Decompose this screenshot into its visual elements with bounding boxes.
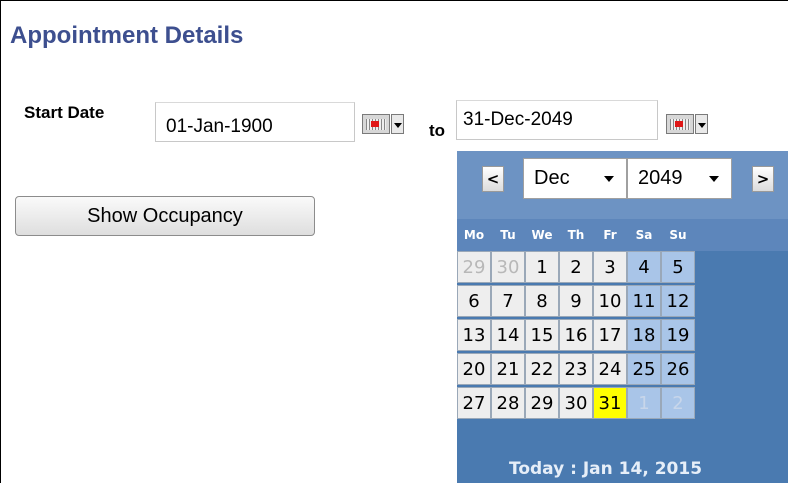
calendar-day[interactable]: 25	[627, 353, 661, 385]
page-title: Appointment Details	[10, 22, 244, 49]
calendar-day[interactable]: 19	[661, 319, 695, 351]
today-link[interactable]: Today : Jan 14, 2015	[457, 455, 788, 483]
chevron-down-icon	[709, 176, 719, 182]
calendar-nav: < Dec 2049 >	[457, 151, 788, 219]
weekday-sa: Sa	[635, 228, 653, 242]
next-month-button[interactable]: >	[752, 166, 774, 192]
end-date-input[interactable]	[456, 100, 658, 140]
calendar-day[interactable]: 20	[457, 353, 491, 385]
month-select[interactable]: Dec	[523, 158, 627, 199]
start-date-calendar-button[interactable]	[362, 114, 406, 136]
calendar-day-grid: 29 30 1 2 3 4 5 6 7 8 9 10 11 12 13 14 15 16 17 18 19 20 21 22 2…	[457, 251, 788, 455]
calendar-day[interactable]: 13	[457, 319, 491, 351]
calendar-day[interactable]: 2	[559, 251, 593, 283]
to-label: to	[429, 121, 446, 140]
start-date-label: Start Date	[24, 103, 105, 122]
prev-month-button[interactable]: <	[482, 166, 504, 192]
calendar-day[interactable]: 8	[525, 285, 559, 317]
chevron-down-icon	[604, 176, 614, 182]
chevron-down-icon	[695, 114, 708, 134]
calendar-day[interactable]: 30	[559, 387, 593, 419]
calendar-day[interactable]: 27	[457, 387, 491, 419]
calendar-day[interactable]: 23	[559, 353, 593, 385]
chevron-down-icon	[391, 114, 404, 134]
weekday-tu: Tu	[500, 228, 516, 242]
calendar-day[interactable]: 16	[559, 319, 593, 351]
calendar-day-outside[interactable]: 1	[627, 387, 661, 419]
calendar-day[interactable]: 22	[525, 353, 559, 385]
calendar-day[interactable]: 9	[559, 285, 593, 317]
calendar-day[interactable]: 24	[593, 353, 627, 385]
weekday-su: Su	[669, 228, 687, 242]
weekday-we: We	[531, 228, 553, 242]
calendar-day[interactable]: 4	[627, 251, 661, 283]
year-select[interactable]: 2049	[627, 158, 732, 199]
weekday-th: Th	[567, 228, 585, 242]
start-date-input[interactable]	[155, 102, 355, 142]
end-date-calendar-button[interactable]	[666, 114, 710, 136]
calendar-day[interactable]: 6	[457, 285, 491, 317]
date-picker-popup: < Dec 2049 > Mo Tu We Th Fr Sa Su 29 30 1 2 3 4 5 6 7 8…	[457, 151, 788, 483]
show-occupancy-button[interactable]: Show Occupancy	[15, 196, 315, 236]
weekday-header: Mo Tu We Th Fr Sa Su	[457, 219, 788, 251]
year-select-value: 2049	[638, 167, 683, 189]
calendar-day[interactable]: 15	[525, 319, 559, 351]
calendar-day[interactable]: 28	[491, 387, 525, 419]
month-select-value: Dec	[534, 167, 570, 189]
calendar-day[interactable]: 21	[491, 353, 525, 385]
calendar-icon	[666, 114, 694, 134]
calendar-day[interactable]: 31	[593, 387, 627, 419]
window-border-left	[0, 0, 1, 483]
weekday-fr: Fr	[603, 228, 617, 242]
calendar-day[interactable]: 17	[593, 319, 627, 351]
calendar-day[interactable]: 29	[525, 387, 559, 419]
calendar-day-outside[interactable]: 2	[661, 387, 695, 419]
calendar-day-outside[interactable]: 30	[491, 251, 525, 283]
weekday-mo: Mo	[463, 228, 485, 242]
calendar-icon	[362, 114, 390, 134]
calendar-day-outside[interactable]: 29	[457, 251, 491, 283]
calendar-day[interactable]: 12	[661, 285, 695, 317]
calendar-day[interactable]: 3	[593, 251, 627, 283]
calendar-day[interactable]: 1	[525, 251, 559, 283]
calendar-day[interactable]: 7	[491, 285, 525, 317]
window-border-top	[0, 0, 788, 1]
calendar-day[interactable]: 11	[627, 285, 661, 317]
calendar-day[interactable]: 14	[491, 319, 525, 351]
calendar-day[interactable]: 5	[661, 251, 695, 283]
calendar-day[interactable]: 10	[593, 285, 627, 317]
calendar-day[interactable]: 26	[661, 353, 695, 385]
calendar-day[interactable]: 18	[627, 319, 661, 351]
